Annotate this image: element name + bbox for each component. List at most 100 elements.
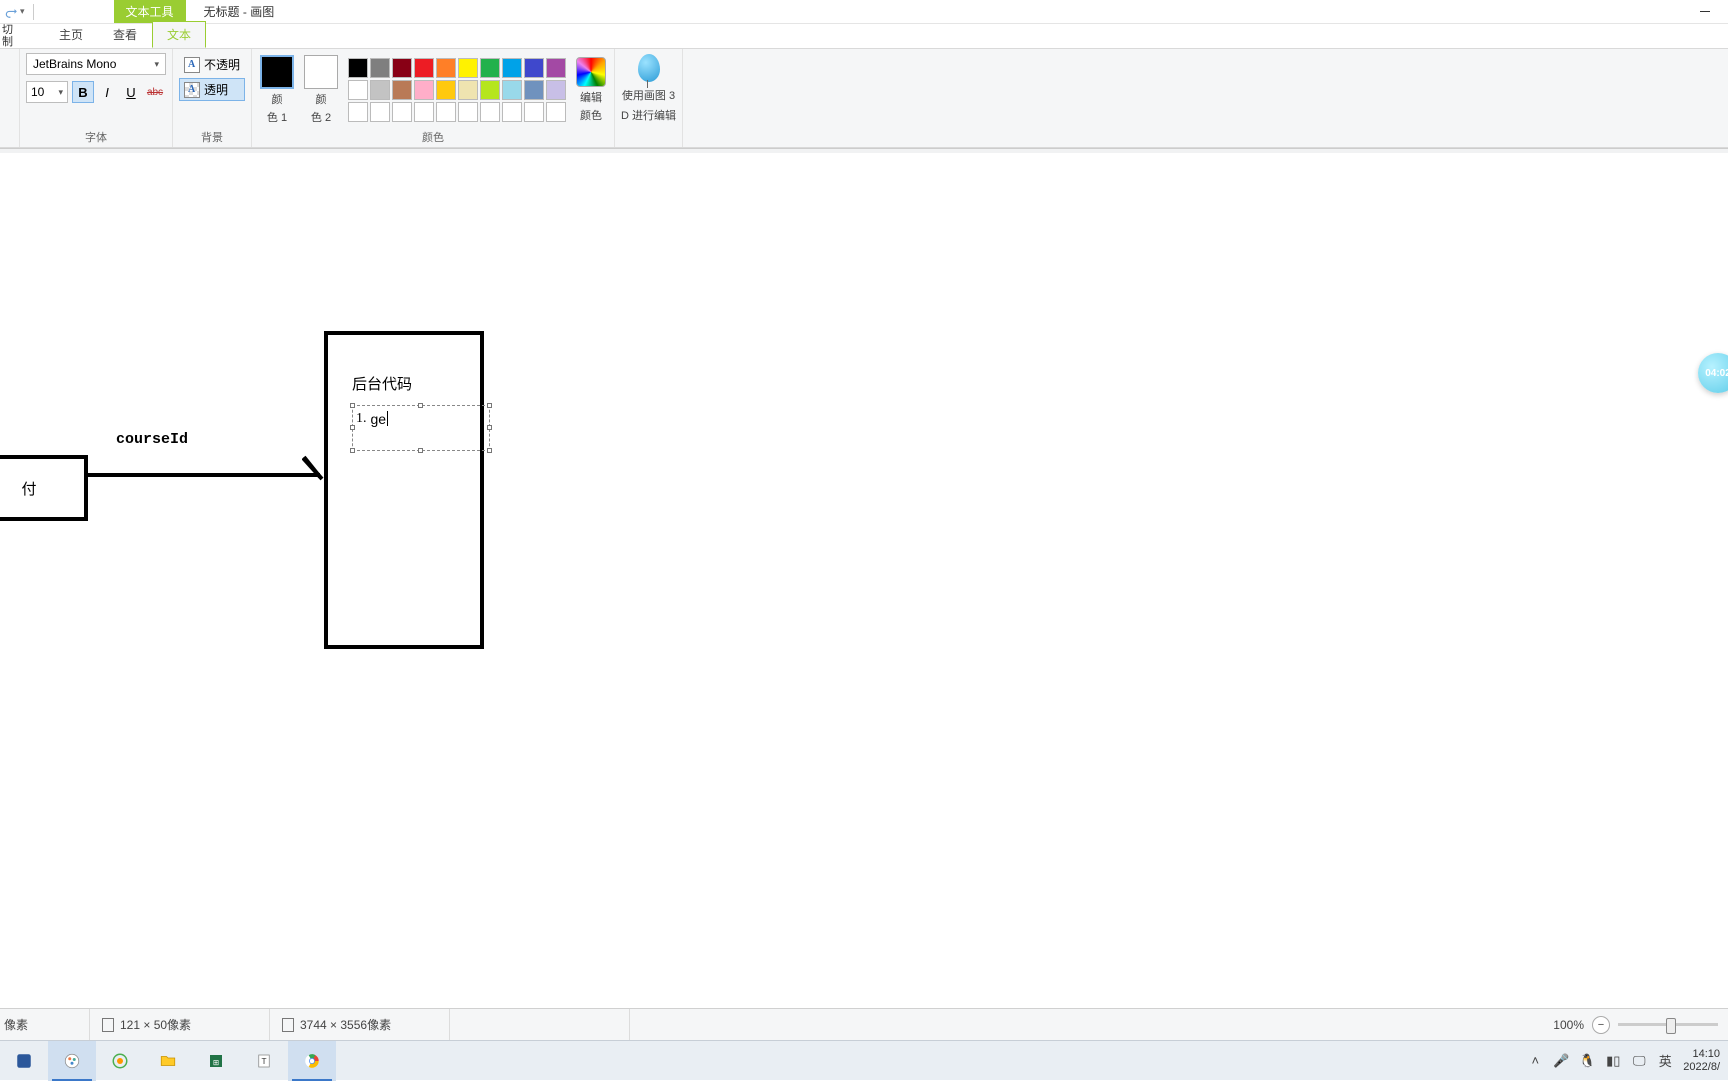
color-swatch[interactable] — [458, 58, 478, 78]
task-mspaint[interactable] — [48, 1041, 96, 1081]
resize-handle[interactable] — [487, 448, 492, 453]
color-swatch[interactable] — [436, 58, 456, 78]
tray-date: 2022/8/ — [1683, 1061, 1720, 1074]
color-swatch[interactable] — [392, 80, 412, 100]
copy-label[interactable]: 制 — [2, 36, 20, 48]
text-caret — [387, 411, 388, 426]
color-swatch[interactable] — [524, 58, 544, 78]
color-swatch[interactable] — [502, 102, 522, 122]
drawn-arrow-line — [88, 473, 320, 477]
color-swatch[interactable] — [502, 58, 522, 78]
color-swatch[interactable] — [348, 58, 368, 78]
tray-ime[interactable]: 英 — [1657, 1053, 1673, 1069]
status-selection-size: 121 × 50像素 — [90, 1009, 270, 1040]
tray-microphone-icon[interactable]: 🎤 — [1553, 1053, 1569, 1069]
strikethrough-button[interactable]: abc — [144, 81, 166, 103]
bold-button[interactable]: B — [72, 81, 94, 103]
zoom-out-button[interactable]: − — [1592, 1016, 1610, 1034]
color-swatch[interactable] — [414, 58, 434, 78]
paint3d-icon[interactable] — [634, 53, 664, 83]
resize-handle[interactable] — [350, 448, 355, 453]
tab-text[interactable]: 文本 — [152, 21, 206, 48]
tray-clock[interactable]: 14:10 2022/8/ — [1683, 1048, 1720, 1074]
tray-time: 14:10 — [1692, 1048, 1720, 1061]
quick-access-toolbar: ▾ — [0, 4, 42, 20]
resize-handle[interactable] — [418, 448, 423, 453]
bg-transparent-label: 透明 — [204, 81, 228, 98]
chevron-down-icon: ▾ — [154, 59, 159, 70]
color-swatch[interactable] — [546, 58, 566, 78]
svg-text:T: T — [261, 1057, 266, 1066]
resize-handle[interactable] — [350, 403, 355, 408]
bg-opaque-button[interactable]: A 不透明 — [179, 53, 245, 76]
resize-handle[interactable] — [350, 425, 355, 430]
system-tray: ˄ 🎤 🐧 ▮▯ 🖵 英 14:10 2022/8/ — [1527, 1048, 1728, 1074]
zoom-slider[interactable] — [1618, 1023, 1718, 1026]
color-swatch[interactable] — [502, 80, 522, 100]
tray-network-icon[interactable]: 🖵 — [1631, 1053, 1647, 1069]
tab-view[interactable]: 查看 — [98, 21, 152, 48]
resize-handle[interactable] — [418, 403, 423, 408]
paint3d-label-2: D 进行编辑 — [621, 107, 676, 123]
status-canvas-size: 3744 × 3556像素 — [270, 1009, 450, 1040]
color-swatch[interactable] — [546, 80, 566, 100]
edit-colors-button[interactable]: 编辑 颜色 — [576, 57, 606, 123]
font-family-select[interactable]: JetBrains Mono ▾ — [26, 53, 166, 75]
task-app-6[interactable]: T — [240, 1041, 288, 1081]
task-explorer[interactable] — [144, 1041, 192, 1081]
clipboard-mini: 切 制 — [0, 24, 20, 48]
canvas-scroll-area[interactable]: 付 courseId 后台代码 1. ge 04:02 — [0, 148, 1728, 1008]
color-wheel-icon — [576, 57, 606, 87]
color-swatch[interactable] — [370, 58, 390, 78]
color-swatch[interactable] — [370, 80, 390, 100]
resize-handle[interactable] — [487, 425, 492, 430]
text-edit-content[interactable]: 1. ge — [356, 411, 388, 427]
color-swatch[interactable] — [348, 102, 368, 122]
resize-handle[interactable] — [487, 403, 492, 408]
color-swatch[interactable] — [436, 80, 456, 100]
qat-dropdown-icon[interactable]: ▾ — [20, 6, 25, 17]
color-swatch[interactable] — [480, 58, 500, 78]
color-swatch[interactable] — [524, 102, 544, 122]
color-swatch[interactable] — [480, 80, 500, 100]
color-swatch[interactable] — [414, 102, 434, 122]
color1-button[interactable]: 颜 色 1 — [260, 55, 294, 125]
font-size-select[interactable]: 10 ▾ — [26, 81, 68, 103]
color2-swatch — [304, 55, 338, 89]
color-swatch[interactable] — [414, 80, 434, 100]
task-app-1[interactable] — [0, 1041, 48, 1081]
group-clipboard-stub — [0, 49, 20, 147]
tray-chevron-up-icon[interactable]: ˄ — [1527, 1053, 1543, 1069]
color-swatch[interactable] — [392, 102, 412, 122]
tray-qq-icon[interactable]: 🐧 — [1579, 1053, 1595, 1069]
italic-button[interactable]: I — [96, 81, 118, 103]
redo-icon[interactable] — [4, 5, 18, 19]
minimize-button[interactable] — [1682, 0, 1728, 24]
opaque-icon: A — [184, 57, 200, 73]
task-app-3[interactable] — [96, 1041, 144, 1081]
color-swatch[interactable] — [436, 102, 456, 122]
tray-battery-icon[interactable]: ▮▯ — [1605, 1053, 1621, 1069]
color-swatch[interactable] — [370, 102, 390, 122]
bg-transparent-button[interactable]: A 透明 — [179, 78, 245, 101]
edit-colors-label-1: 编辑 — [580, 89, 602, 105]
canvas[interactable]: 付 courseId 后台代码 1. ge — [0, 153, 1728, 1008]
color-palette — [348, 58, 566, 122]
drawn-box-right-title: 后台代码 — [352, 373, 412, 394]
task-app-5[interactable]: ⊞ — [192, 1041, 240, 1081]
color-swatch[interactable] — [480, 102, 500, 122]
color2-button[interactable]: 颜 色 2 — [304, 55, 338, 125]
font-family-value: JetBrains Mono — [33, 57, 116, 71]
color-swatch[interactable] — [458, 102, 478, 122]
task-chrome[interactable] — [288, 1041, 336, 1081]
color-swatch[interactable] — [392, 58, 412, 78]
tab-home[interactable]: 主页 — [44, 21, 98, 48]
color-swatch[interactable] — [458, 80, 478, 100]
color-swatch[interactable] — [348, 80, 368, 100]
color-swatch[interactable] — [546, 102, 566, 122]
cut-label[interactable]: 切 — [2, 24, 20, 36]
color-swatch[interactable] — [524, 80, 544, 100]
underline-button[interactable]: U — [120, 81, 142, 103]
context-tab-text-tools[interactable]: 文本工具 — [114, 0, 186, 23]
color2-label-1: 颜 — [316, 91, 327, 107]
